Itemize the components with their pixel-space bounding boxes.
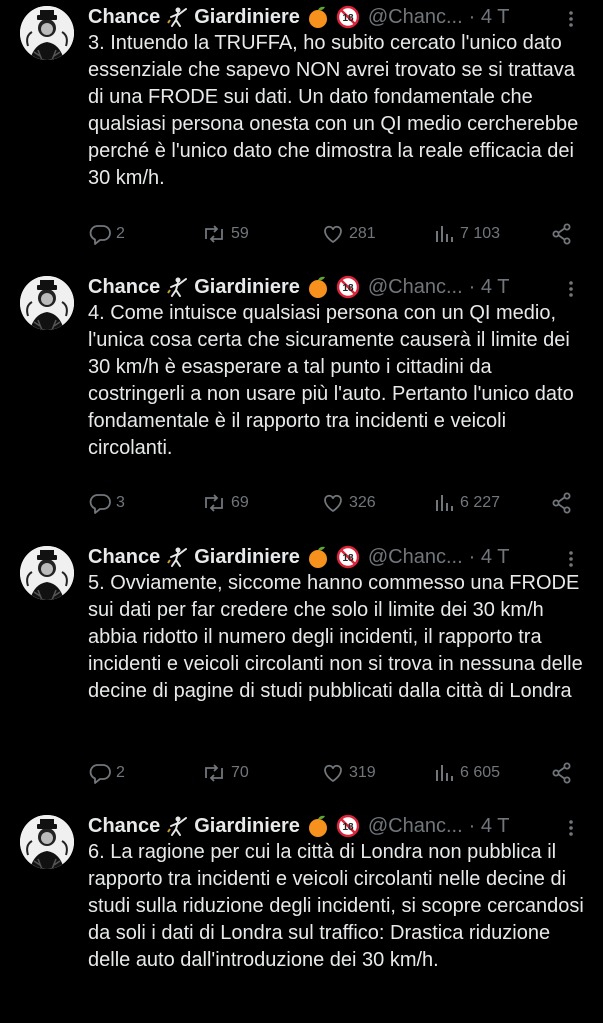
orange-emoji	[306, 5, 330, 29]
tweet-actions: 2 59 281 7 103	[88, 222, 588, 246]
avatar-image[interactable]	[20, 546, 74, 600]
avatar-image[interactable]	[20, 6, 74, 60]
share-button[interactable]	[550, 761, 574, 785]
tweet-header: Chance Giardiniere 18 @Chanc... · 4 T	[88, 2, 585, 32]
share-button[interactable]	[550, 491, 574, 515]
reply-count: 2	[116, 764, 125, 781]
tweet-text: 6. La ragione per cui la città di Londra…	[88, 841, 584, 971]
like-button[interactable]: 326	[321, 491, 376, 515]
tweet-header: Chance Giardiniere 18 @Chanc... · 4 T	[88, 272, 585, 302]
timestamp[interactable]: · 4 T	[469, 811, 510, 841]
repost-icon	[201, 491, 227, 515]
views-button[interactable]: 7 103	[434, 222, 500, 246]
reply-button[interactable]: 2	[88, 222, 125, 246]
repost-count: 59	[231, 225, 249, 242]
more-icon[interactable]	[561, 278, 581, 298]
author-handle[interactable]: @Chanc...	[368, 542, 463, 572]
author-name[interactable]: Chance	[88, 811, 160, 841]
timestamp[interactable]: · 4 T	[469, 272, 510, 302]
svg-text:18: 18	[342, 283, 354, 294]
author-name-suffix[interactable]: Giardiniere	[194, 272, 300, 302]
like-icon	[321, 761, 345, 785]
views-button[interactable]: 6 227	[434, 491, 500, 515]
reply-count: 2	[116, 225, 125, 242]
avatar-image[interactable]	[20, 276, 74, 330]
svg-text:18: 18	[342, 13, 354, 24]
avatar-image[interactable]	[20, 815, 74, 869]
no-under-18-emoji: 18	[336, 814, 360, 838]
reply-button[interactable]: 3	[88, 491, 125, 515]
views-count: 7 103	[460, 225, 501, 242]
svg-text:18: 18	[342, 553, 354, 564]
repost-button[interactable]: 59	[201, 222, 249, 246]
views-icon	[434, 222, 456, 246]
more-icon[interactable]	[561, 548, 581, 568]
timestamp[interactable]: · 4 T	[469, 542, 510, 572]
like-button[interactable]: 281	[321, 222, 376, 246]
reply-icon	[88, 491, 112, 515]
tweet[interactable]: Chance Giardiniere 18 @Chanc... · 4 T 6.…	[0, 809, 603, 1023]
more-icon[interactable]	[561, 8, 581, 28]
reply-icon	[88, 761, 112, 785]
more-icon[interactable]	[561, 817, 581, 837]
share-icon	[550, 761, 574, 785]
repost-count: 69	[231, 494, 249, 511]
author-handle[interactable]: @Chanc...	[368, 2, 463, 32]
orange-emoji	[306, 545, 330, 569]
fencer-emoji	[166, 815, 188, 837]
repost-icon	[201, 761, 227, 785]
like-count: 326	[349, 494, 376, 511]
views-icon	[434, 761, 456, 785]
fencer-emoji	[166, 276, 188, 298]
views-button[interactable]: 6 605	[434, 761, 500, 785]
reply-icon	[88, 222, 112, 246]
like-icon	[321, 222, 345, 246]
views-count: 6 227	[460, 494, 501, 511]
like-count: 281	[349, 225, 376, 242]
reply-button[interactable]: 2	[88, 761, 125, 785]
author-handle[interactable]: @Chanc...	[368, 272, 463, 302]
fencer-emoji	[166, 6, 188, 28]
no-under-18-emoji: 18	[336, 275, 360, 299]
views-icon	[434, 491, 456, 515]
author-name[interactable]: Chance	[88, 272, 160, 302]
tweet-header: Chance Giardiniere 18 @Chanc... · 4 T	[88, 542, 585, 572]
repost-icon	[201, 222, 227, 246]
tweet-text: 3. Intuendo la TRUFFA, ho subito cercato…	[88, 32, 579, 189]
repost-count: 70	[231, 764, 249, 781]
reply-count: 3	[116, 494, 125, 511]
share-button[interactable]	[550, 222, 574, 246]
tweet-text: 4. Come intuisce qualsiasi persona con u…	[88, 302, 574, 459]
views-count: 6 605	[460, 764, 501, 781]
like-count: 319	[349, 764, 376, 781]
no-under-18-emoji: 18	[336, 5, 360, 29]
tweet[interactable]: Chance Giardiniere 18 @Chanc... · 4 T 5.…	[0, 540, 603, 810]
author-name-suffix[interactable]: Giardiniere	[194, 542, 300, 572]
share-icon	[550, 491, 574, 515]
orange-emoji	[306, 814, 330, 838]
fencer-emoji	[166, 546, 188, 568]
repost-button[interactable]: 69	[201, 491, 249, 515]
author-name-suffix[interactable]: Giardiniere	[194, 811, 300, 841]
like-button[interactable]: 319	[321, 761, 376, 785]
tweet-header: Chance Giardiniere 18 @Chanc... · 4 T	[88, 811, 585, 841]
like-icon	[321, 491, 345, 515]
tweet-text: 5. Ovviamente, siccome hanno commesso un…	[88, 572, 583, 702]
author-name[interactable]: Chance	[88, 2, 160, 32]
author-name[interactable]: Chance	[88, 542, 160, 572]
tweet[interactable]: Chance Giardiniere 18 @Chanc... · 4 T 3.…	[0, 0, 603, 270]
repost-button[interactable]: 70	[201, 761, 249, 785]
tweet-actions: 2 70 319 6 605	[88, 761, 588, 785]
author-name-suffix[interactable]: Giardiniere	[194, 2, 300, 32]
orange-emoji	[306, 275, 330, 299]
share-icon	[550, 222, 574, 246]
tweet[interactable]: Chance Giardiniere 18 @Chanc... · 4 T 4.…	[0, 270, 603, 540]
no-under-18-emoji: 18	[336, 545, 360, 569]
author-handle[interactable]: @Chanc...	[368, 811, 463, 841]
tweet-actions: 3 69 326 6 227	[88, 491, 588, 515]
timestamp[interactable]: · 4 T	[469, 2, 510, 32]
svg-text:18: 18	[342, 822, 354, 833]
